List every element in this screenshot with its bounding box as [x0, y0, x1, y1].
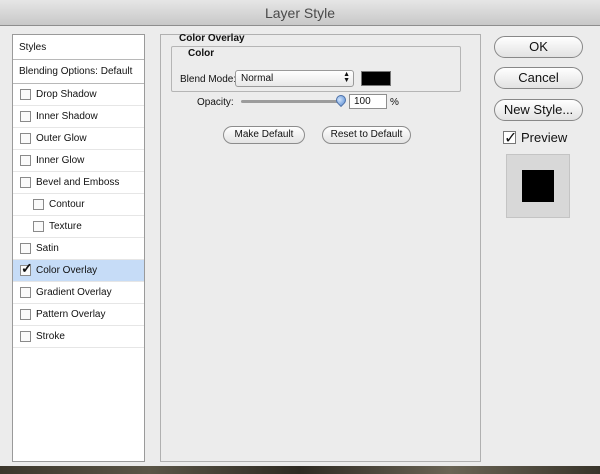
- window-title: Layer Style: [0, 0, 600, 26]
- opacity-slider-track[interactable]: [241, 100, 342, 103]
- style-item[interactable]: ✓ Color Overlay: [13, 260, 144, 282]
- style-item-label: Drop Shadow: [36, 89, 97, 100]
- style-checkbox[interactable]: [20, 331, 31, 342]
- style-item-label: Outer Glow: [36, 133, 87, 144]
- blending-options-item[interactable]: Blending Options: Default: [13, 60, 144, 84]
- style-item[interactable]: Inner Glow: [13, 150, 144, 172]
- style-item-label: Gradient Overlay: [36, 287, 112, 298]
- panel-title: Color Overlay: [179, 33, 245, 44]
- style-item[interactable]: Bevel and Emboss: [13, 172, 144, 194]
- style-item-label: Texture: [49, 221, 82, 232]
- style-item[interactable]: Drop Shadow: [13, 84, 144, 106]
- style-item-label: Stroke: [36, 331, 65, 342]
- style-checkbox[interactable]: [20, 111, 31, 122]
- styles-list: Styles Blending Options: Default Drop Sh…: [12, 34, 145, 462]
- new-style-button[interactable]: New Style...: [494, 99, 583, 121]
- opacity-input[interactable]: 100: [349, 94, 387, 109]
- style-checkbox[interactable]: [20, 177, 31, 188]
- preview-label: Preview: [521, 130, 568, 145]
- style-checkbox[interactable]: [33, 199, 44, 210]
- style-item[interactable]: Contour: [13, 194, 144, 216]
- style-item[interactable]: Outer Glow: [13, 128, 144, 150]
- style-preview-thumbnail: [506, 154, 570, 218]
- layer-style-dialog: Layer Style Styles Blending Options: Def…: [0, 0, 600, 466]
- style-item-label: Inner Shadow: [36, 111, 98, 122]
- blend-mode-label: Blend Mode:: [180, 74, 237, 85]
- ok-button[interactable]: OK: [494, 36, 583, 58]
- style-checkbox[interactable]: [20, 155, 31, 166]
- style-checkbox[interactable]: [20, 243, 31, 254]
- style-checkbox[interactable]: [20, 287, 31, 298]
- style-item-label: Inner Glow: [36, 155, 85, 166]
- preview-checkbox[interactable]: ✓: [503, 130, 517, 147]
- make-default-button[interactable]: Make Default: [223, 126, 305, 144]
- style-item-label: Color Overlay: [36, 265, 98, 276]
- style-item[interactable]: Pattern Overlay: [13, 304, 144, 326]
- preview-toggle[interactable]: ✓ Preview: [503, 130, 568, 147]
- color-group-title: Color: [188, 48, 215, 59]
- style-checkbox[interactable]: [33, 221, 44, 232]
- checkmark-icon: ✓: [504, 130, 518, 147]
- checkmark-icon: ✓: [21, 260, 33, 276]
- cancel-button[interactable]: Cancel: [494, 67, 583, 89]
- styles-header[interactable]: Styles: [13, 35, 144, 60]
- style-item-label: Bevel and Emboss: [36, 177, 120, 188]
- style-item-label: Contour: [49, 199, 85, 210]
- style-checkbox[interactable]: [20, 309, 31, 320]
- desktop-background-strip: [0, 466, 600, 474]
- overlay-color-swatch[interactable]: [361, 71, 391, 86]
- preview-swatch: [522, 170, 554, 202]
- style-item[interactable]: Stroke: [13, 326, 144, 348]
- style-item[interactable]: Satin: [13, 238, 144, 260]
- style-checkbox[interactable]: ✓: [20, 260, 33, 276]
- style-checkbox[interactable]: [20, 89, 31, 100]
- updown-arrows-icon: ▲ ▼: [343, 71, 350, 84]
- style-checkbox[interactable]: [20, 133, 31, 144]
- opacity-label: Opacity:: [197, 97, 234, 108]
- style-item[interactable]: Gradient Overlay: [13, 282, 144, 304]
- opacity-unit: %: [390, 97, 399, 108]
- style-item-label: Satin: [36, 243, 59, 254]
- blend-mode-select[interactable]: Normal ▲ ▼: [235, 70, 354, 87]
- style-item[interactable]: Texture: [13, 216, 144, 238]
- style-item[interactable]: Inner Shadow: [13, 106, 144, 128]
- style-item-label: Pattern Overlay: [36, 309, 106, 320]
- reset-to-default-button[interactable]: Reset to Default: [322, 126, 411, 144]
- blend-mode-value: Normal: [241, 73, 274, 84]
